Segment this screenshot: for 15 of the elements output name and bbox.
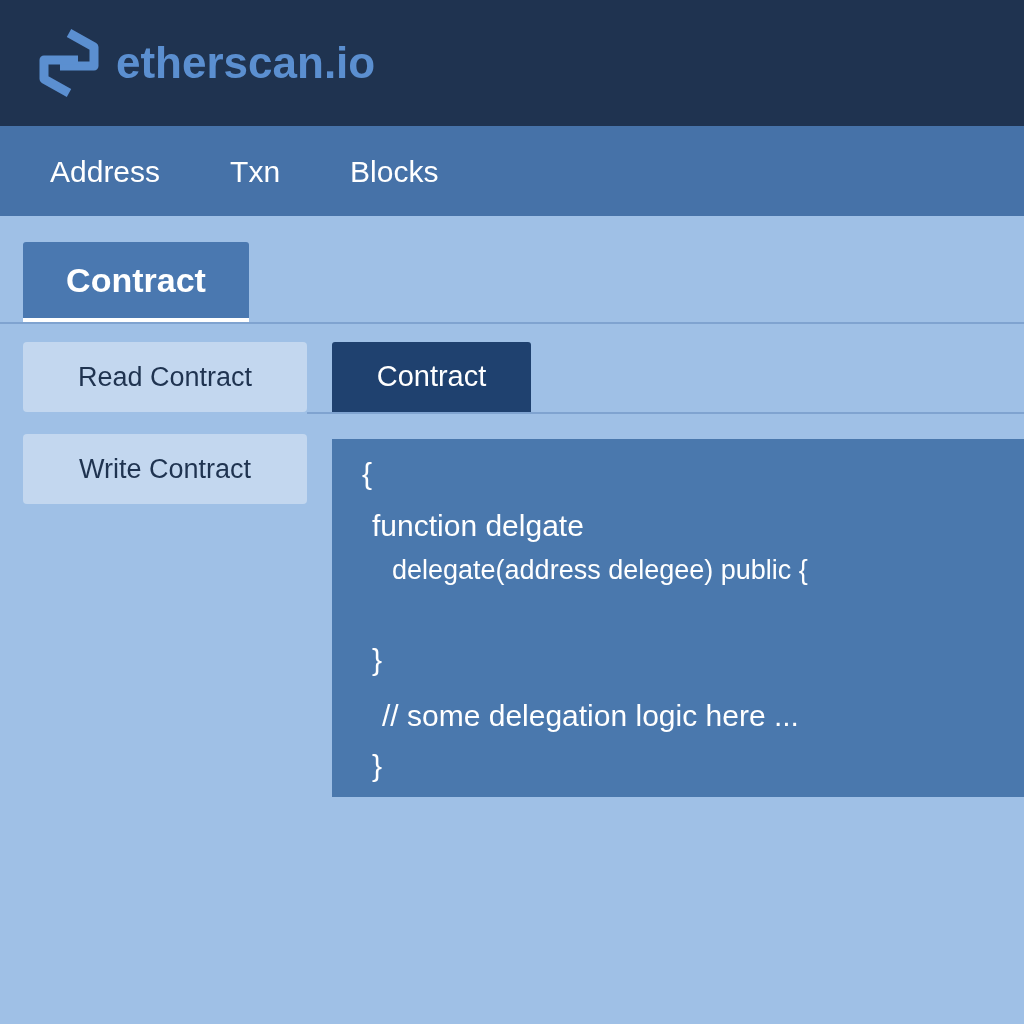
logo-icon bbox=[38, 28, 100, 98]
nav-link[interactable]: Blocks bbox=[350, 148, 439, 194]
sub-tab[interactable]: Contract bbox=[332, 342, 531, 412]
side-button[interactable]: Write Contract bbox=[23, 434, 307, 504]
code-line: delegate(address delegee) public { bbox=[392, 557, 809, 587]
tab[interactable]: Contract bbox=[23, 242, 249, 322]
code-line: } bbox=[372, 645, 384, 677]
code-line: } bbox=[372, 751, 384, 783]
side-button[interactable]: Read Contract bbox=[23, 342, 307, 412]
site-logo-text[interactable]: etherscan.io bbox=[116, 41, 376, 85]
nav-link[interactable]: Txn bbox=[230, 148, 281, 194]
nav-link[interactable]: Address bbox=[50, 148, 161, 194]
code-line: // some delegation logic here ... bbox=[382, 701, 800, 733]
code-line: function delgate bbox=[372, 511, 585, 543]
code-line: { bbox=[362, 459, 374, 491]
